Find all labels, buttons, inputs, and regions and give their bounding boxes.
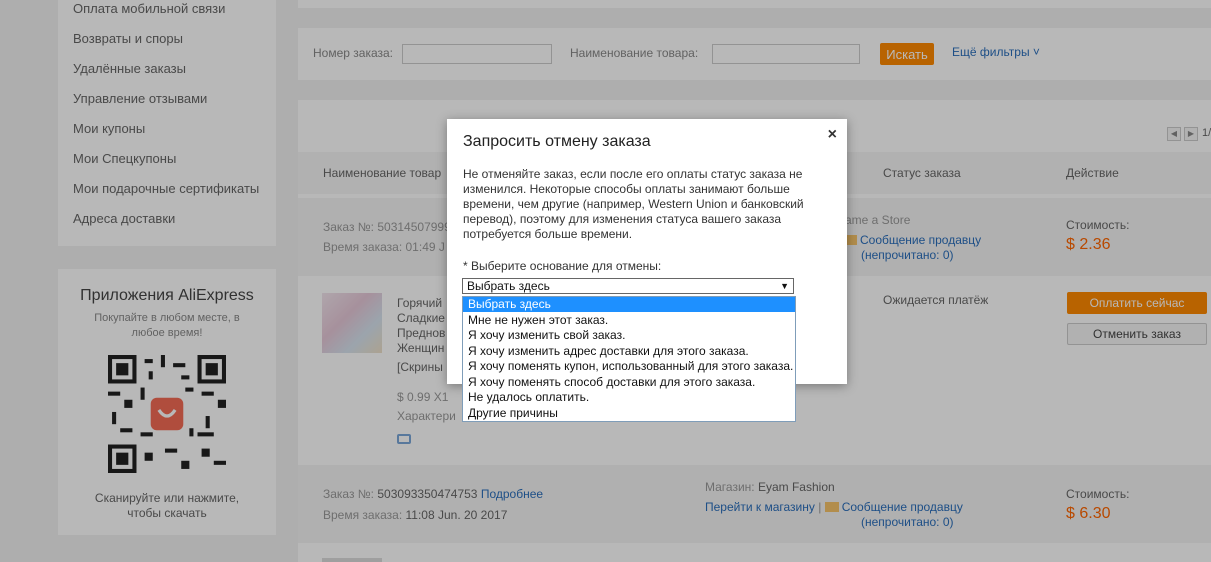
close-icon[interactable]: × [828, 126, 837, 144]
reason-select[interactable]: Выбрать здесь ▼ [462, 278, 794, 294]
reason-option[interactable]: Я хочу поменять купон, использованный дл… [463, 359, 795, 374]
reason-dropdown: Выбрать здесь Мне не нужен этот заказ. Я… [462, 296, 796, 422]
reason-option[interactable]: Я хочу изменить адрес доставки для этого… [463, 344, 795, 359]
reason-option[interactable]: Выбрать здесь [463, 297, 795, 312]
reason-label: * Выберите основание для отмены: [463, 259, 662, 273]
reason-option[interactable]: Мне не нужен этот заказ. [463, 313, 795, 328]
chevron-down-icon: ▼ [780, 281, 789, 291]
reason-option[interactable]: Не удалось оплатить. [463, 390, 795, 405]
dialog-title: Запросить отмену заказа [463, 133, 651, 150]
reason-option[interactable]: Другие причины [463, 406, 795, 421]
reason-option[interactable]: Я хочу изменить свой заказ. [463, 328, 795, 343]
reason-option[interactable]: Я хочу поменять способ доставки для этог… [463, 375, 795, 390]
dialog-warning-text: Не отменяйте заказ, если после его оплат… [463, 167, 804, 241]
